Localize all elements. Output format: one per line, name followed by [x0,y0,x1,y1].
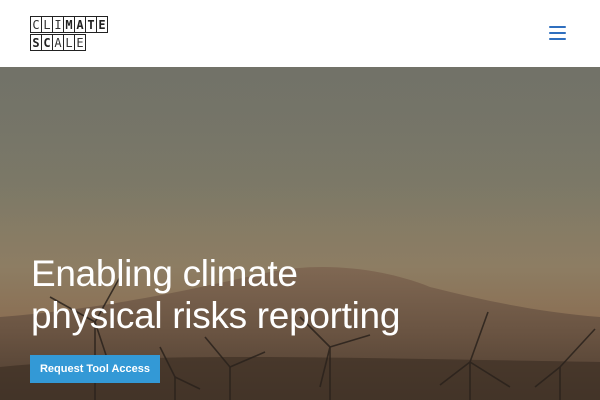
menu-bar [549,32,566,34]
menu-bar [549,38,566,40]
site-header: C L I M A T E S C A L E [0,0,600,67]
hero-heading-line: physical risks reporting [31,295,401,336]
hero-heading: Enabling climate physical risks reportin… [31,253,471,337]
hero-heading-line: Enabling climate [31,253,298,294]
request-tool-access-button[interactable]: Request Tool Access [30,355,160,383]
logo-letter: E [74,34,86,51]
menu-bar [549,26,566,28]
climate-scale-logo[interactable]: C L I M A T E S C A L E [30,16,110,51]
hamburger-menu-icon[interactable] [549,24,569,42]
wind-turbine-landscape-image [0,67,600,400]
logo-letter: E [96,16,108,33]
hero-section: Enabling climate physical risks reportin… [0,67,600,400]
